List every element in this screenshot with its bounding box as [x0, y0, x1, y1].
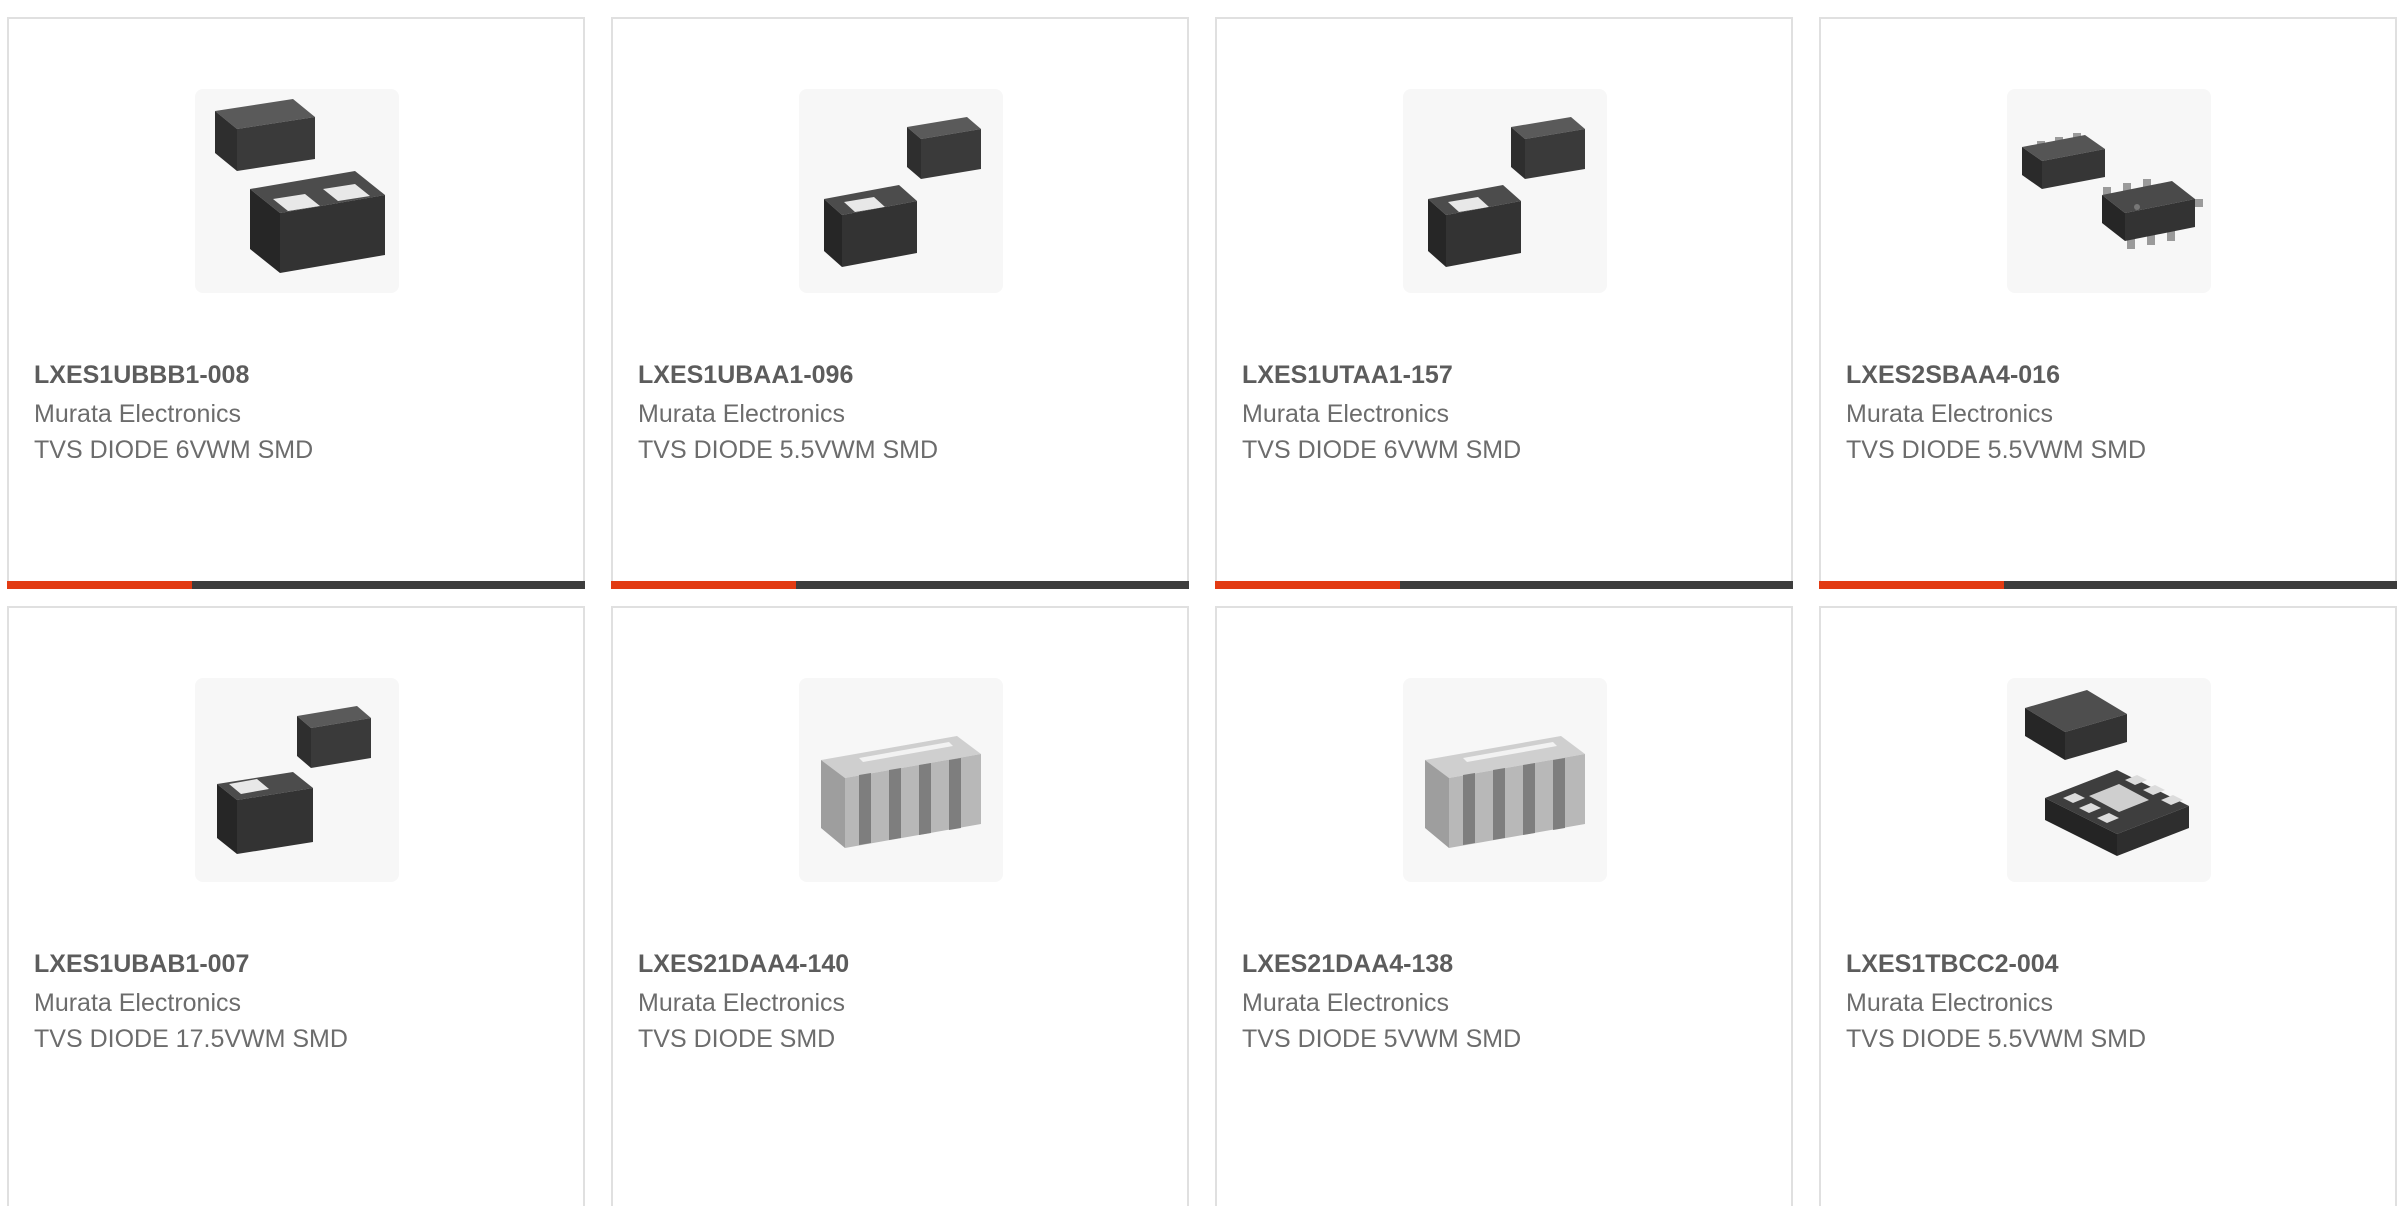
description-label: TVS DIODE 5.5VWM SMD [638, 436, 939, 464]
two-chip-package-icon[interactable] [195, 678, 399, 882]
manufacturer-label: Murata Electronics [638, 400, 846, 428]
array-chip-icon[interactable] [799, 678, 1003, 882]
part-number-link[interactable]: LXES1UBBB1-008 [34, 361, 249, 390]
manufacturer-label: Murata Electronics [34, 989, 242, 1017]
manufacturer-label: Murata Electronics [34, 400, 242, 428]
two-chip-package-icon[interactable] [195, 89, 399, 293]
description-label: TVS DIODE 5.5VWM SMD [1846, 436, 2147, 464]
progress-bar [611, 581, 1189, 589]
progress-bar [7, 581, 585, 589]
description-label: TVS DIODE 6VWM SMD [34, 436, 314, 464]
product-card[interactable]: LXES1UBBB1-008 Murata Electronics TVS DI… [7, 17, 585, 589]
manufacturer-label: Murata Electronics [1846, 400, 2054, 428]
part-number-link[interactable]: LXES21DAA4-140 [638, 950, 849, 979]
product-card[interactable]: LXES1UBAA1-096 Murata Electronics TVS DI… [611, 17, 1189, 589]
part-number-link[interactable]: LXES1UBAA1-096 [638, 361, 853, 390]
manufacturer-label: Murata Electronics [1242, 989, 1450, 1017]
product-card[interactable]: LXES1UTAA1-157 Murata Electronics TVS DI… [1215, 17, 1793, 589]
progress-bar-fill [611, 581, 796, 589]
part-number-link[interactable]: LXES1UTAA1-157 [1242, 361, 1453, 390]
part-number-link[interactable]: LXES2SBAA4-016 [1846, 361, 2060, 390]
two-chip-package-icon[interactable] [1403, 89, 1607, 293]
dfn-package-icon[interactable] [2007, 678, 2211, 882]
progress-bar [1215, 581, 1793, 589]
part-number-link[interactable]: LXES1TBCC2-004 [1846, 950, 2059, 979]
sot-package-icon[interactable] [2007, 89, 2211, 293]
description-label: TVS DIODE SMD [638, 1025, 836, 1053]
product-card[interactable]: LXES21DAA4-140 Murata Electronics TVS DI… [611, 606, 1189, 1206]
product-grid: LXES1UBBB1-008 Murata Electronics TVS DI… [0, 0, 2400, 1206]
progress-bar-fill [1819, 581, 2004, 589]
description-label: TVS DIODE 17.5VWM SMD [34, 1025, 348, 1053]
manufacturer-label: Murata Electronics [1846, 989, 2054, 1017]
product-card[interactable]: LXES1TBCC2-004 Murata Electronics TVS DI… [1819, 606, 2397, 1206]
product-card[interactable]: LXES21DAA4-138 Murata Electronics TVS DI… [1215, 606, 1793, 1206]
progress-bar [1819, 581, 2397, 589]
part-number-link[interactable]: LXES1UBAB1-007 [34, 950, 249, 979]
product-card[interactable]: LXES2SBAA4-016 Murata Electronics TVS DI… [1819, 17, 2397, 589]
description-label: TVS DIODE 6VWM SMD [1242, 436, 1522, 464]
product-card[interactable]: LXES1UBAB1-007 Murata Electronics TVS DI… [7, 606, 585, 1206]
manufacturer-label: Murata Electronics [638, 989, 846, 1017]
part-number-link[interactable]: LXES21DAA4-138 [1242, 950, 1453, 979]
two-chip-package-icon[interactable] [799, 89, 1003, 293]
manufacturer-label: Murata Electronics [1242, 400, 1450, 428]
description-label: TVS DIODE 5.5VWM SMD [1846, 1025, 2147, 1053]
description-label: TVS DIODE 5VWM SMD [1242, 1025, 1522, 1053]
array-chip-icon[interactable] [1403, 678, 1607, 882]
progress-bar-fill [7, 581, 192, 589]
progress-bar-fill [1215, 581, 1400, 589]
